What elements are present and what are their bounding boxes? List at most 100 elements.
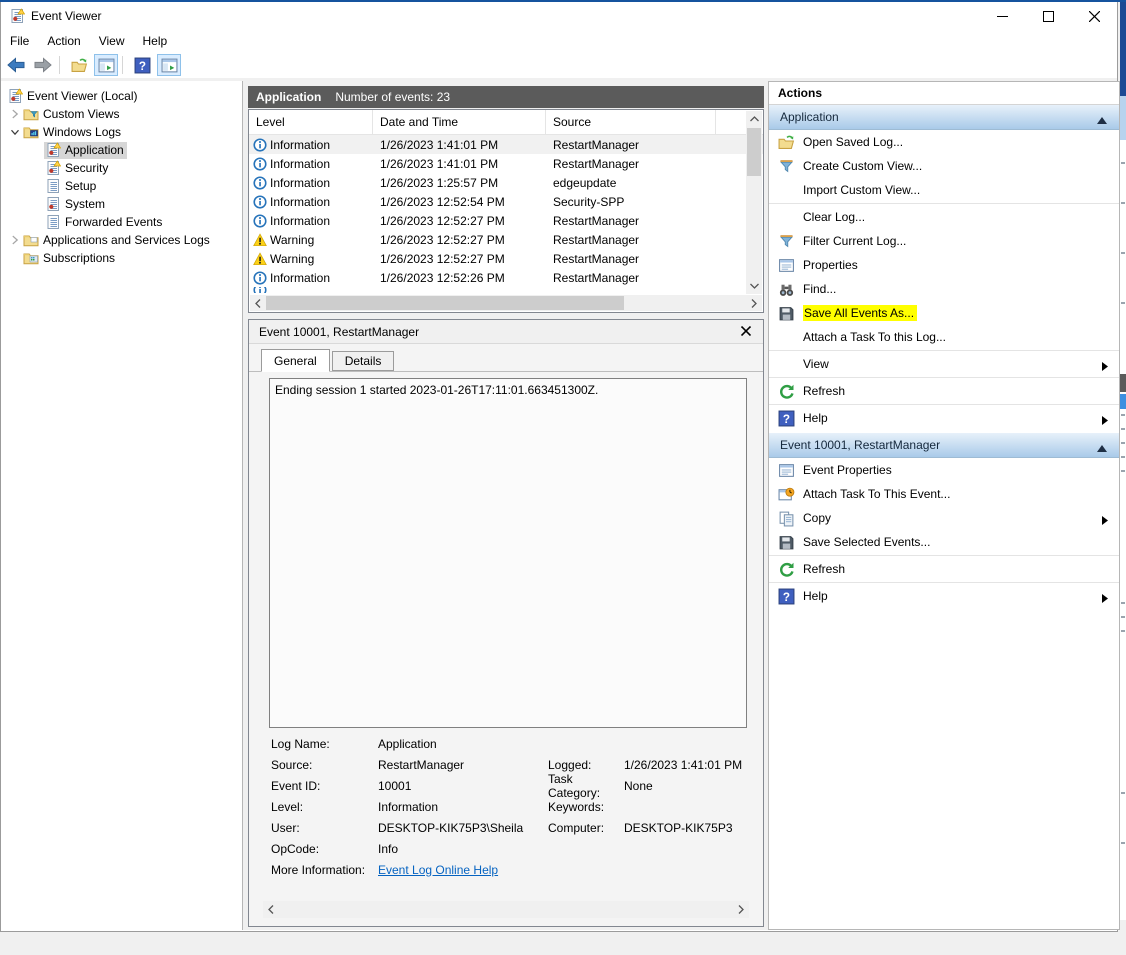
action-event-properties[interactable]: Event Properties (769, 458, 1119, 482)
back-button[interactable] (4, 54, 28, 76)
system-log-icon (45, 196, 61, 212)
action-save-selected-events[interactable]: Save Selected Events... (769, 530, 1119, 554)
action-help-event[interactable]: Help (769, 584, 1119, 608)
tab-details[interactable]: Details (332, 351, 395, 371)
column-header-source[interactable]: Source (546, 110, 716, 134)
tree-item-application[interactable]: Application (1, 141, 242, 159)
show-action-pane-button[interactable] (157, 54, 181, 76)
tree-item-root[interactable]: Event Viewer (Local) (1, 87, 242, 105)
action-refresh-event[interactable]: Refresh (769, 557, 1119, 581)
table-row[interactable]: Information 1/26/2023 12:52:54 PM Securi… (249, 192, 763, 211)
show-console-tree-button[interactable] (94, 54, 118, 76)
collapse-section-icon[interactable] (1097, 441, 1107, 455)
sliver-bottom (1120, 920, 1126, 955)
column-header-level[interactable]: Level (249, 110, 373, 134)
field-label: User: (271, 821, 378, 835)
open-saved-log-button[interactable] (67, 54, 91, 76)
action-open-saved-log[interactable]: Open Saved Log... (769, 130, 1119, 154)
table-row[interactable]: Warning 1/26/2023 12:52:27 PM RestartMan… (249, 230, 763, 249)
tree-label: System (65, 197, 105, 211)
table-row[interactable]: Information 1/26/2023 1:41:01 PM Restart… (249, 135, 763, 154)
table-row[interactable]: Information 1/26/2023 1:41:01 PM Restart… (249, 154, 763, 173)
cell-level: Information (270, 157, 330, 171)
refresh-icon (778, 383, 795, 400)
expand-chevron-icon[interactable] (8, 233, 22, 247)
forward-button[interactable] (31, 54, 55, 76)
collapse-section-icon[interactable] (1097, 113, 1107, 127)
action-properties[interactable]: Properties (769, 253, 1119, 277)
table-row[interactable]: Warning 1/26/2023 12:52:27 PM RestartMan… (249, 249, 763, 268)
event-description-box: Ending session 1 started 2023-01-26T17:1… (269, 378, 747, 728)
collapse-chevron-icon[interactable] (8, 125, 22, 139)
close-preview-icon[interactable] (739, 324, 753, 338)
scroll-right-icon[interactable] (746, 295, 762, 311)
action-clear-log[interactable]: Clear Log... (769, 205, 1119, 229)
expand-chevron-icon[interactable] (8, 107, 22, 121)
information-icon (253, 214, 267, 228)
tab-general[interactable]: General (261, 349, 330, 372)
minimize-button[interactable] (979, 2, 1025, 30)
action-refresh[interactable]: Refresh (769, 379, 1119, 403)
field-value: 10001 (378, 779, 548, 793)
cell-date: 1/26/2023 12:52:54 PM (373, 195, 546, 209)
table-row[interactable]: Information 1/26/2023 12:52:26 PM Restar… (249, 268, 763, 287)
tree-item-system[interactable]: System (1, 195, 242, 213)
menu-help[interactable]: Help (134, 30, 177, 52)
menu-view[interactable]: View (90, 30, 134, 52)
action-attach-task-to-log[interactable]: Attach a Task To this Log... (769, 325, 1119, 349)
help-button[interactable] (130, 54, 154, 76)
scroll-left-icon[interactable] (263, 902, 279, 918)
actions-section-event[interactable]: Event 10001, RestartManager (769, 433, 1119, 458)
action-label: Attach a Task To this Log... (803, 330, 946, 344)
action-label: Create Custom View... (803, 159, 922, 173)
event-log-online-help-link[interactable]: Event Log Online Help (378, 863, 548, 877)
scroll-right-icon[interactable] (733, 902, 749, 918)
cell-level: Warning (270, 252, 314, 266)
table-horizontal-scrollbar[interactable] (250, 295, 762, 311)
menu-action[interactable]: Action (38, 30, 89, 52)
refresh-icon (778, 561, 795, 578)
separator (769, 555, 1119, 556)
tree-item-windows-logs[interactable]: Windows Logs (1, 123, 242, 141)
close-button[interactable] (1071, 2, 1117, 30)
tree-item-subscriptions[interactable]: Subscriptions (1, 249, 242, 267)
tree-item-security[interactable]: Security (1, 159, 242, 177)
table-header: Level Date and Time Source (249, 110, 763, 135)
scroll-up-icon[interactable] (746, 111, 762, 127)
action-save-all-events-as[interactable]: Save All Events As... (769, 301, 1119, 325)
action-import-custom-view[interactable]: Import Custom View... (769, 178, 1119, 202)
actions-section-application[interactable]: Application (769, 105, 1119, 130)
table-row[interactable]: Information 1/26/2023 12:52:27 PM Restar… (249, 211, 763, 230)
events-table: Level Date and Time Source Information 1… (248, 109, 764, 313)
table-vertical-scrollbar[interactable] (746, 111, 762, 294)
preview-horizontal-scrollbar[interactable] (263, 901, 749, 918)
information-icon (253, 271, 267, 285)
tree-item-forwarded-events[interactable]: Forwarded Events (1, 213, 242, 231)
tree-item-custom-views[interactable]: Custom Views (1, 105, 242, 123)
background-window-sliver (1120, 2, 1126, 955)
window-title: Event Viewer (31, 9, 101, 23)
maximize-button[interactable] (1025, 2, 1071, 30)
scroll-left-icon[interactable] (250, 295, 266, 311)
action-view[interactable]: View (769, 352, 1119, 376)
preview-title: Event 10001, RestartManager (259, 325, 419, 339)
action-copy[interactable]: Copy (769, 506, 1119, 530)
field-label: Computer: (548, 821, 624, 835)
cell-level: Information (270, 195, 330, 209)
menu-file[interactable]: File (1, 30, 38, 52)
scroll-down-icon[interactable] (746, 278, 762, 294)
table-row[interactable]: Information 1/26/2023 1:25:57 PM edgeupd… (249, 173, 763, 192)
tree-label: Application (65, 143, 124, 157)
action-attach-task-to-event[interactable]: Attach Task To This Event... (769, 482, 1119, 506)
scrollbar-thumb[interactable] (747, 128, 761, 176)
field-value: DESKTOP-KIK75P3\Sheila (378, 821, 548, 835)
tree-item-setup[interactable]: Setup (1, 177, 242, 195)
cell-source: RestartManager (546, 214, 716, 228)
action-create-custom-view[interactable]: Create Custom View... (769, 154, 1119, 178)
action-filter-current-log[interactable]: Filter Current Log... (769, 229, 1119, 253)
column-header-date[interactable]: Date and Time (373, 110, 546, 134)
action-help[interactable]: Help (769, 406, 1119, 430)
scrollbar-thumb[interactable] (266, 296, 624, 310)
action-find[interactable]: Find... (769, 277, 1119, 301)
tree-item-applications-services-logs[interactable]: Applications and Services Logs (1, 231, 242, 249)
